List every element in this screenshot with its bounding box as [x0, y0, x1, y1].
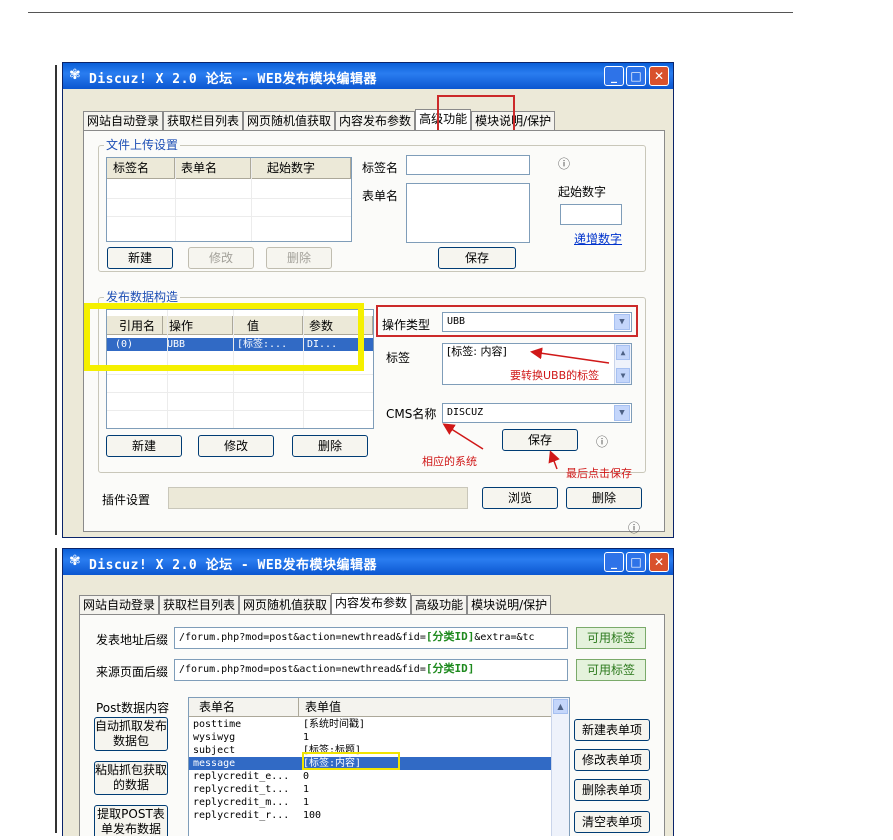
title-bar: ✾ Discuz! X 2.0 论坛 - WEB发布模块编辑器 _ □ ✕	[63, 549, 673, 575]
tab-module-info[interactable]: 模块说明/保护	[467, 595, 552, 615]
row-value: 1	[303, 797, 310, 808]
table-row[interactable]: wysiwyg 1	[189, 731, 569, 744]
row-value: 1	[303, 732, 310, 743]
row-name: replycredit_m...	[193, 797, 290, 808]
tab-strip: 网站自动登录 获取栏目列表 网页随机值获取 内容发布参数 高级功能 模块说明/保…	[79, 593, 552, 615]
row-name: subject	[193, 745, 236, 756]
row-name: replycredit_r...	[193, 810, 290, 821]
row-name: posttime	[193, 719, 242, 730]
post-data-label: Post数据内容	[96, 701, 170, 715]
table-row[interactable]: replycredit_r... 100	[189, 809, 569, 822]
row-name: replycredit_e...	[193, 771, 290, 782]
post-url-prefix: /forum.php?mod=post&action=newthread&fid…	[179, 632, 426, 643]
post-url-input[interactable]: /forum.php?mod=post&action=newthread&fid…	[174, 627, 568, 649]
ref-url-input[interactable]: /forum.php?mod=post&action=newthread&fid…	[174, 659, 568, 681]
window-title: Discuz! X 2.0 论坛 - WEB发布模块编辑器	[89, 558, 378, 573]
edit-item-button[interactable]: 修改表单项	[574, 749, 650, 771]
tab-advanced[interactable]: 高级功能	[411, 595, 468, 615]
row-name: message	[193, 758, 236, 769]
tab-column-list[interactable]: 获取栏目列表	[159, 595, 240, 615]
post-url-tag: [分类ID]	[425, 630, 475, 643]
arrow-to-cms	[442, 423, 484, 450]
tab-auto-login[interactable]: 网站自动登录	[79, 595, 160, 615]
post-url-suffix: &extra=&tc	[474, 632, 535, 643]
col-form-value[interactable]: 表单值	[299, 698, 549, 716]
ref-url-label: 来源页面后缀	[96, 665, 169, 679]
col-form-name[interactable]: 表单名	[189, 698, 299, 716]
post-data-header: 表单名 表单值	[189, 698, 569, 717]
row-value: 0	[303, 771, 310, 782]
page-top-rule	[28, 12, 793, 13]
row-value: 100	[303, 810, 322, 821]
table-row[interactable]: replycredit_t... 1	[189, 783, 569, 796]
table-row[interactable]: replycredit_e... 0	[189, 770, 569, 783]
row-value: [系统时间戳]	[303, 719, 366, 730]
paste-capture-button[interactable]: 粘贴抓包获取的数据	[94, 761, 168, 795]
available-tags-button-2[interactable]: 可用标签	[576, 659, 646, 681]
extract-post-button[interactable]: 提取POST表单发布数据	[94, 805, 168, 836]
annotation-arrows	[442, 347, 610, 470]
arrow-to-tag	[530, 347, 610, 364]
delete-item-button[interactable]: 删除表单项	[574, 779, 650, 801]
message-highlight	[302, 752, 400, 770]
tab-publish-params[interactable]: 内容发布参数	[331, 593, 412, 615]
table-row[interactable]: replycredit_m... 1	[189, 796, 569, 809]
editor-window-advanced: ✾ Discuz! X 2.0 论坛 - WEB发布模块编辑器 _ □ ✕ 网站…	[62, 62, 674, 538]
page-left-rule-2	[55, 548, 57, 833]
table-row[interactable]: posttime [系统时间戳]	[189, 718, 569, 731]
tab-random-value[interactable]: 网页随机值获取	[239, 595, 332, 615]
app-icon: ✾	[69, 553, 81, 569]
minimize-button[interactable]: _	[604, 552, 624, 572]
row-name: replycredit_t...	[193, 784, 290, 795]
page-left-rule	[55, 65, 57, 535]
ref-url-prefix: /forum.php?mod=post&action=newthread&fid…	[179, 664, 426, 675]
ref-url-tag: [分类ID]	[425, 662, 475, 675]
new-item-button[interactable]: 新建表单项	[574, 719, 650, 741]
scroll-up-icon[interactable]: ▲	[553, 699, 568, 714]
maximize-button[interactable]: □	[626, 552, 646, 572]
editor-window-publish: ✾ Discuz! X 2.0 论坛 - WEB发布模块编辑器 _ □ ✕ 网站…	[62, 548, 674, 836]
clear-items-button[interactable]: 清空表单项	[574, 811, 650, 833]
row-name: wysiwyg	[193, 732, 236, 743]
list-scrollbar[interactable]: ▲	[551, 698, 569, 836]
arrow-to-save	[548, 450, 560, 470]
available-tags-button[interactable]: 可用标签	[576, 627, 646, 649]
post-url-label: 发表地址后缀	[96, 633, 169, 647]
row-value: 1	[303, 784, 310, 795]
tab-panel: 发表地址后缀 /forum.php?mod=post&action=newthr…	[79, 614, 665, 836]
auto-capture-button[interactable]: 自动抓取发布数据包	[94, 717, 168, 751]
close-button[interactable]: ✕	[649, 552, 669, 572]
